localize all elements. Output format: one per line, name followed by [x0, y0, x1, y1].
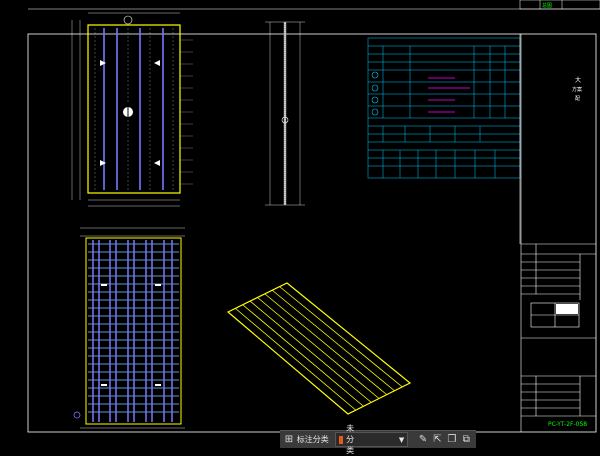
table-row-markers	[371, 71, 379, 116]
plan-view	[71, 12, 193, 207]
cad-drawing-canvas[interactable]: 总图 大 方案 配 PC-YT-2F-058	[0, 0, 600, 448]
title-block-label-3: 配	[575, 96, 580, 102]
iso-rebar-line	[249, 300, 372, 403]
table-rebar-marks	[428, 77, 470, 113]
title-block-fill	[556, 304, 578, 314]
category-color-swatch	[338, 435, 344, 444]
layers-icon[interactable]: ❐	[446, 433, 457, 447]
iso-rebar-line	[242, 304, 364, 407]
category-select[interactable]: 未分类 ▼	[334, 424, 409, 455]
annotation-toolbar: ⊞ 标注分类 未分类 ▼ ✎ ⇱ ❐ ⧉	[280, 424, 476, 455]
drawing-number: PC-YT-2F-058	[548, 421, 587, 428]
iso-rebar-line	[264, 293, 388, 395]
iso-rebar-line	[271, 289, 395, 392]
title-block-label: 大	[575, 76, 581, 84]
edit-icon[interactable]: ✎	[417, 433, 428, 447]
rebar-plan	[73, 227, 185, 429]
title-block-label-2: 方案	[572, 86, 582, 93]
category-select-value: 未分类	[346, 424, 355, 455]
export-icon[interactable]: ⇱	[432, 433, 443, 447]
annotation-category-label: 标注分类	[296, 435, 329, 444]
copy-icon[interactable]: ⧉	[461, 433, 472, 447]
data-tables	[367, 37, 521, 179]
section-view	[265, 21, 305, 206]
top-title-cells	[519, 0, 600, 10]
top-sheet-label: 总图	[542, 2, 552, 9]
grid-icon[interactable]: ⊞	[284, 434, 294, 446]
title-block	[520, 34, 596, 432]
isometric-view	[226, 282, 412, 415]
iso-rebar-line	[257, 297, 380, 399]
chevron-down-icon: ▼	[398, 435, 405, 444]
